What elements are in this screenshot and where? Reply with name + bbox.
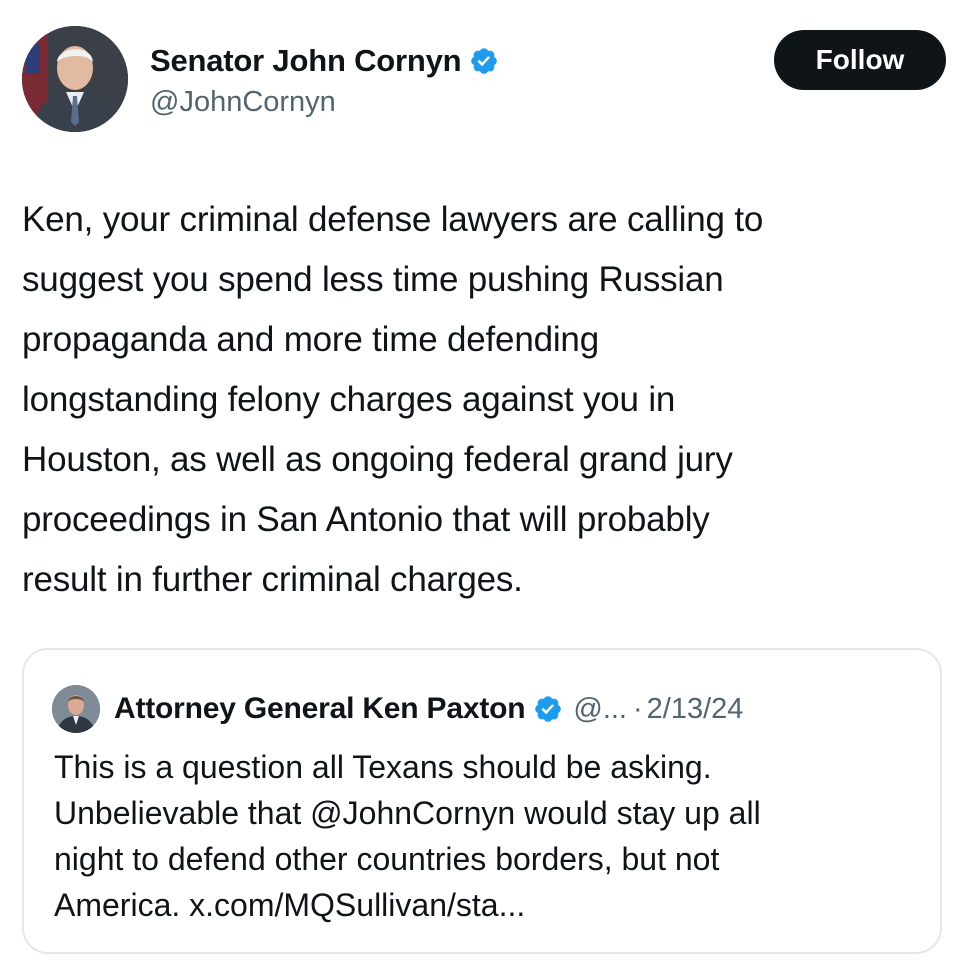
tweet-header: Senator John Cornyn @JohnCornyn Follow [22, 26, 946, 134]
follow-button[interactable]: Follow [774, 30, 946, 90]
quoted-meta-separator: · [633, 692, 643, 725]
quoted-author-handle[interactable]: @... [573, 693, 627, 726]
author-display-name[interactable]: Senator John Cornyn [150, 43, 462, 79]
tweet-text: Ken, your criminal defense lawyers are c… [22, 200, 764, 599]
author-handle[interactable]: @JohnCornyn [150, 86, 499, 119]
quoted-author-display-name[interactable]: Attorney General Ken Paxton [114, 692, 526, 726]
quoted-verified-badge-icon [533, 694, 563, 724]
quoted-tweet-text: This is a question all Texans should be … [54, 749, 761, 923]
verified-badge-icon[interactable] [469, 46, 499, 76]
author-identity: Senator John Cornyn @JohnCornyn [150, 42, 499, 119]
quoted-tweet-date[interactable]: 2/13/24 [647, 693, 744, 726]
quoted-author-avatar[interactable] [52, 685, 100, 733]
quoted-tweet-header: Attorney General Ken Paxton @... · 2/13/… [52, 684, 743, 734]
author-avatar[interactable] [22, 26, 128, 132]
display-name-row: Senator John Cornyn [150, 42, 499, 80]
quoted-tweet-card[interactable]: Attorney General Ken Paxton @... · 2/13/… [22, 648, 942, 954]
